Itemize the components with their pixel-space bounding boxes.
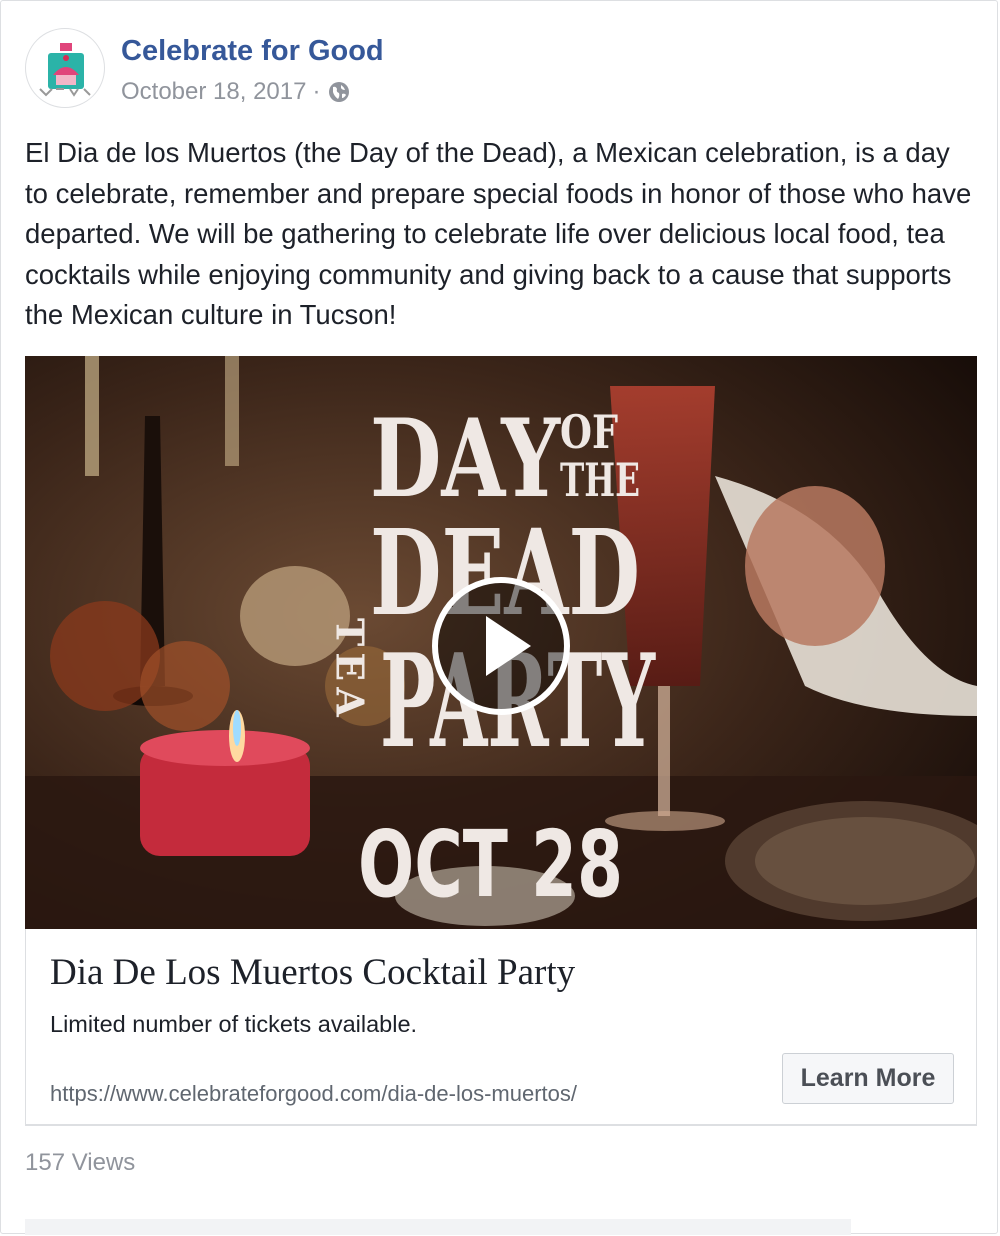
link-url[interactable]: https://www.celebrateforgood.com/dia-de-… [50, 1081, 577, 1107]
link-preview[interactable]: Dia De Los Muertos Cocktail Party Limite… [25, 929, 977, 1125]
play-icon[interactable] [431, 576, 571, 716]
post-card: Celebrate for Good October 18, 2017 · El… [0, 0, 998, 1235]
post-meta: October 18, 2017 · [121, 78, 350, 106]
page-avatar[interactable] [25, 28, 105, 108]
poster-title-the: THE [560, 453, 640, 507]
link-description: Limited number of tickets available. [50, 1011, 418, 1037]
cupcake-logo-icon [39, 43, 91, 97]
post-timestamp[interactable]: October 18, 2017 [121, 78, 306, 106]
post-message: El Dia de los Muertos (the Day of the De… [25, 137, 972, 330]
action-bar-divider [25, 1219, 851, 1235]
page-name-link[interactable]: Celebrate for Good [121, 35, 384, 68]
poster-title-of: OF [560, 405, 618, 459]
poster-date: OCT 28 [358, 811, 623, 918]
view-count: 157 Views [25, 1149, 136, 1176]
link-title[interactable]: Dia De Los Muertos Cocktail Party [50, 951, 575, 994]
poster-title-tea: TEA [328, 618, 373, 723]
meta-separator: · [312, 78, 321, 105]
learn-more-button[interactable]: Learn More [782, 1053, 954, 1104]
globe-icon[interactable] [328, 81, 350, 103]
